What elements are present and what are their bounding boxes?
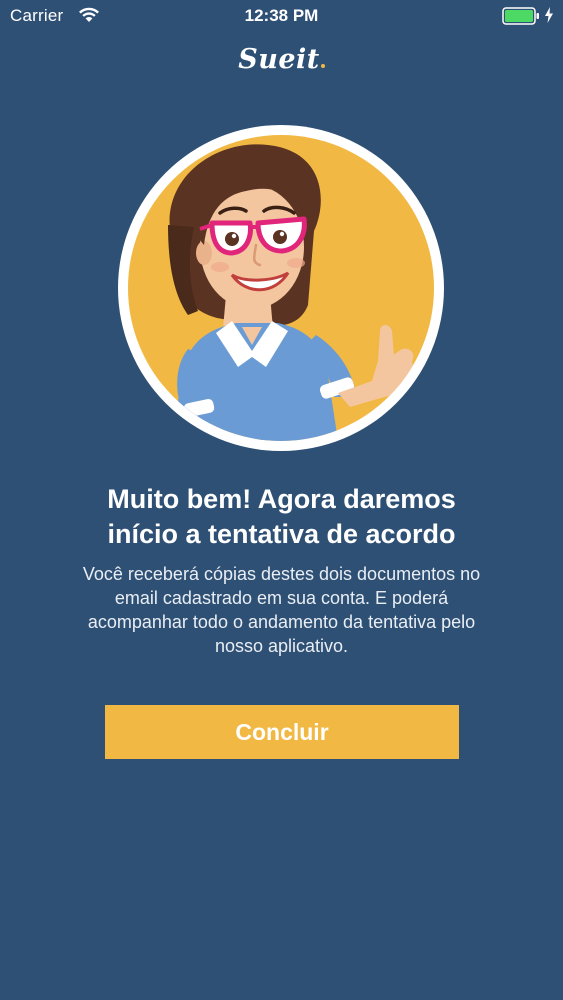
body-line-4: nosso aplicativo. xyxy=(214,636,349,656)
concluir-button[interactable]: Concluir xyxy=(105,705,459,759)
status-bar: Carrier 12:38 PM xyxy=(0,0,563,34)
body-text: Você receberá cópias destes dois documen… xyxy=(30,562,533,658)
woman-thumbs-up-illustration xyxy=(128,135,434,441)
headline: Muito bem! Agora daremos início a tentat… xyxy=(40,482,523,552)
headline-line-1: Muito bem! Agora daremos xyxy=(107,484,456,514)
logo-dot xyxy=(320,64,325,68)
status-time: 12:38 PM xyxy=(244,6,319,25)
headline-line-2: início a tentativa de acordo xyxy=(107,519,456,549)
app-logo: Sueit xyxy=(0,44,563,75)
battery-icon xyxy=(502,7,540,30)
body-line-2: email cadastrado em sua conta. E poderá xyxy=(114,588,449,608)
body-line-1: Você receberá cópias destes dois documen… xyxy=(82,564,481,584)
logo-text: Sueit xyxy=(238,44,320,75)
bolt-icon xyxy=(544,6,554,29)
body-line-3: acompanhar todo o andamento da tentativa… xyxy=(87,612,476,632)
